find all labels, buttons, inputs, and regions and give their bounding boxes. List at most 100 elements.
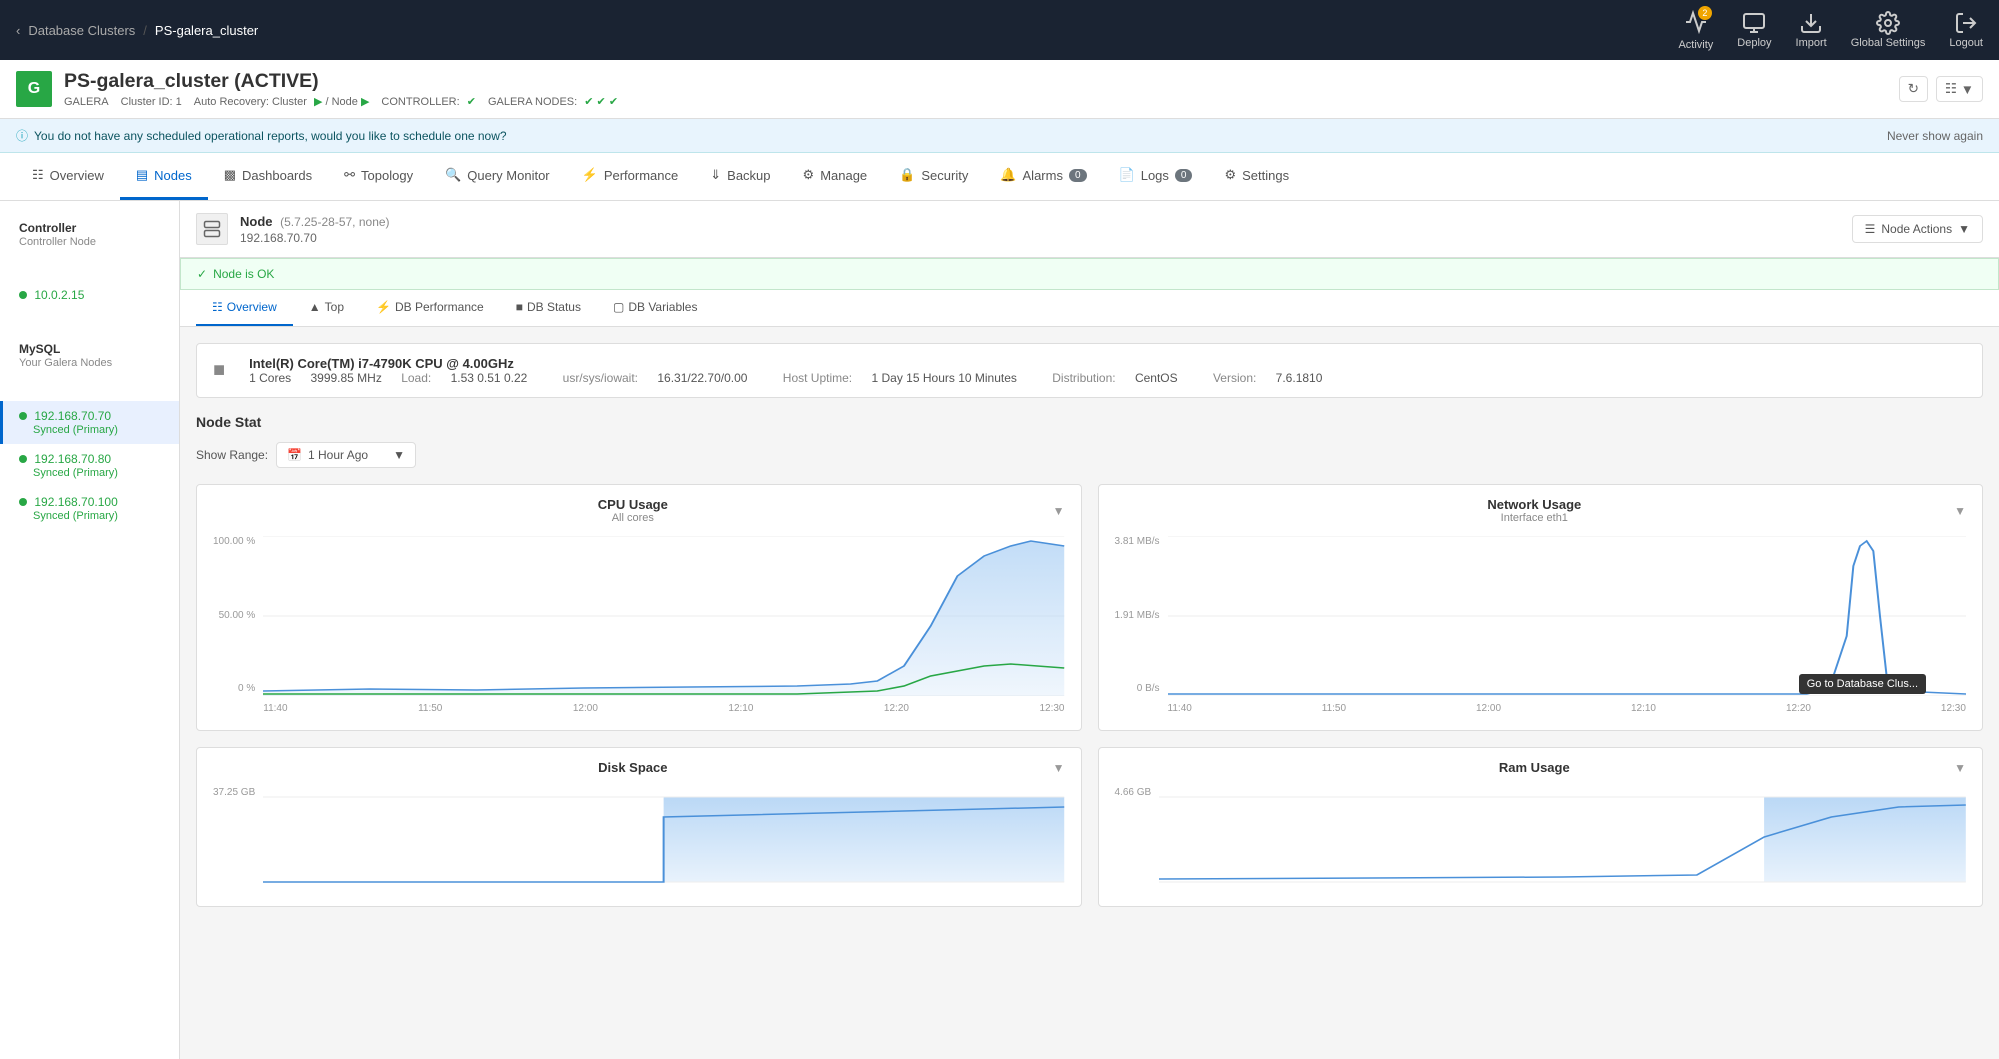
node-status-message: Node is OK <box>213 267 274 281</box>
network-x-1220: 12:20 <box>1786 703 1811 714</box>
cluster-name-breadcrumb: PS-galera_cluster <box>155 23 258 38</box>
activity-label: Activity <box>1678 39 1713 51</box>
node-tab-overview[interactable]: ☷ Overview <box>196 290 293 326</box>
network-chart-area: 3.81 MB/s 1.91 MB/s 0 B/s <box>1115 536 1967 714</box>
database-clusters-link[interactable]: Database Clusters <box>28 23 135 38</box>
dropdown-chevron-icon: ▼ <box>1958 222 1970 236</box>
node-actions-button[interactable]: ☰ Node Actions ▼ <box>1852 215 1983 243</box>
mysql-sub: Your Galera Nodes <box>19 357 163 369</box>
tab-nodes[interactable]: ▤ Nodes <box>120 153 208 200</box>
logout-nav-item[interactable]: Logout <box>1949 11 1983 49</box>
deploy-nav-item[interactable]: Deploy <box>1737 11 1771 49</box>
node-tab-db-performance[interactable]: ⚡ DB Performance <box>360 290 500 326</box>
sidebar-item-controller[interactable]: Controller Controller Node <box>0 213 179 256</box>
logs-badge: 0 <box>1175 169 1193 182</box>
back-arrow-icon: ‹ <box>16 23 20 38</box>
main-tabs: ☷ Overview ▤ Nodes ▩ Dashboards ⚯ Topolo… <box>0 153 1999 201</box>
deploy-label: Deploy <box>1737 37 1771 49</box>
import-nav-item[interactable]: Import <box>1796 11 1827 49</box>
ram-chart-title: Ram Usage <box>1115 760 1955 775</box>
tab-topology[interactable]: ⚯ Topology <box>328 153 429 200</box>
sidebar-item-mysql[interactable]: MySQL Your Galera Nodes <box>0 334 179 377</box>
view-toggle-button[interactable]: ☷ ▼ <box>1936 76 1983 102</box>
cluster-icon: G <box>16 71 52 107</box>
sidebar-item-node-70-100[interactable]: 192.168.70.100 Synced (Primary) <box>0 487 179 530</box>
global-settings-nav-item[interactable]: Global Settings <box>1851 11 1926 49</box>
network-chart-title: Network Usage <box>1115 497 1955 512</box>
tab-performance-label: Performance <box>604 168 678 183</box>
cpu-x-axis: 11:40 11:50 12:00 12:10 12:20 12:30 <box>263 703 1064 714</box>
node-tab-db-variables[interactable]: ▢ DB Variables <box>597 290 713 326</box>
disk-y-axis: 37.25 GB <box>213 787 255 890</box>
overview-icon: ☷ <box>32 167 44 183</box>
activity-nav-item[interactable]: 2 Activity <box>1678 10 1713 51</box>
active-dot-ip1 <box>19 291 27 299</box>
tab-logs[interactable]: 📄 Logs 0 <box>1103 153 1209 200</box>
network-chart-svg <box>1168 536 1966 696</box>
sidebar-section-controller: Controller Controller Node <box>0 201 179 268</box>
sidebar-item-ip1[interactable]: 10.0.2.15 <box>0 280 179 310</box>
disk-chart-collapse-icon[interactable]: ▼ <box>1053 761 1065 775</box>
calendar-icon: 📅 <box>287 448 302 462</box>
tab-backup-label: Backup <box>727 168 770 183</box>
show-range-label: Show Range: <box>196 448 268 462</box>
network-x-axis: 11:40 11:50 12:00 12:10 12:20 12:30 <box>1168 703 1966 714</box>
network-x-1150: 11:50 <box>1322 703 1346 714</box>
ram-y-axis: 4.66 GB <box>1115 787 1152 890</box>
never-show-again-link[interactable]: Never show again <box>1887 129 1983 143</box>
network-chart-collapse-icon[interactable]: ▼ <box>1954 504 1966 518</box>
tab-alarms[interactable]: 🔔 Alarms 0 <box>984 153 1102 200</box>
cpu-chart-body: 100.00 % 50.00 % 0 % <box>197 528 1081 730</box>
tab-manage[interactable]: ⚙ Manage <box>787 153 884 200</box>
tab-backup[interactable]: ⇓ Backup <box>694 153 786 200</box>
node-tab-top[interactable]: ▲ Top <box>293 290 360 326</box>
ram-chart-collapse-icon[interactable]: ▼ <box>1954 761 1966 775</box>
node-ip: 192.168.70.70 <box>240 231 390 245</box>
node-tab-db-performance-label: DB Performance <box>395 300 484 314</box>
activity-badge: 2 <box>1698 6 1712 20</box>
cpu-cores: 1 Cores <box>249 371 291 385</box>
settings-icon: ⚙ <box>1224 167 1236 183</box>
node-header: Node (5.7.25-28-57, none) 192.168.70.70 … <box>180 201 1999 258</box>
topology-icon: ⚯ <box>344 167 355 183</box>
cpu-info-box: ■ Intel(R) Core(TM) i7-4790K CPU @ 4.00G… <box>196 343 1983 398</box>
tab-query-monitor[interactable]: 🔍 Query Monitor <box>429 153 566 200</box>
show-range: Show Range: 📅 1 Hour Ago ▼ <box>196 442 1983 468</box>
node-70-100-sub: Synced (Primary) <box>19 510 163 522</box>
range-select-dropdown[interactable]: 📅 1 Hour Ago ▼ <box>276 442 416 468</box>
tab-security[interactable]: 🔒 Security <box>883 153 984 200</box>
top-nav-left: ‹ Database Clusters / PS-galera_cluster <box>16 23 258 38</box>
tab-security-label: Security <box>921 168 968 183</box>
cpu-x-1220: 12:20 <box>884 703 909 714</box>
node-tab-db-variables-label: DB Variables <box>628 300 697 314</box>
tab-alarms-label: Alarms <box>1023 168 1063 183</box>
galera-nodes-status: GALERA NODES: ✔ ✔ ✔ <box>488 95 618 108</box>
tab-dashboards[interactable]: ▩ Dashboards <box>208 153 328 200</box>
sidebar-item-node-70-80[interactable]: 192.168.70.80 Synced (Primary) <box>0 444 179 487</box>
manage-icon: ⚙ <box>803 167 815 183</box>
overview-tab-icon: ☷ <box>212 300 223 314</box>
distribution: Distribution: CentOS <box>1052 371 1197 385</box>
sidebar-item-node-70-70[interactable]: 192.168.70.70 Synced (Primary) <box>0 401 179 444</box>
tab-settings-label: Settings <box>1242 168 1289 183</box>
disk-chart-svg-container <box>263 787 1064 890</box>
cpu-usage-chart-card: CPU Usage All cores ▼ 100.00 % 50.00 % 0… <box>196 484 1082 731</box>
cpu-chart-collapse-icon[interactable]: ▼ <box>1053 504 1065 518</box>
info-icon: ⓘ <box>16 127 28 144</box>
import-icon <box>1799 11 1823 35</box>
performance-icon: ⚡ <box>582 167 598 183</box>
info-message: You do not have any scheduled operationa… <box>34 129 507 143</box>
ram-y-label: 4.66 GB <box>1115 787 1152 798</box>
network-chart-subtitle: Interface eth1 <box>1115 512 1955 524</box>
refresh-button[interactable]: ↻ <box>1899 76 1928 102</box>
tab-performance[interactable]: ⚡ Performance <box>566 153 695 200</box>
ram-chart-area: 4.66 GB <box>1115 787 1967 890</box>
tab-overview[interactable]: ☷ Overview <box>16 153 120 200</box>
controller-sub: Controller Node <box>19 236 163 248</box>
tab-settings[interactable]: ⚙ Settings <box>1208 153 1305 200</box>
active-dot-node-70-100 <box>19 498 27 506</box>
cpu-usr: usr/sys/iowait: 16.31/22.70/0.00 <box>563 371 767 385</box>
range-chevron-icon: ▼ <box>393 448 405 462</box>
cluster-type: GALERA <box>64 96 109 108</box>
node-tab-db-status[interactable]: ■ DB Status <box>500 290 597 326</box>
